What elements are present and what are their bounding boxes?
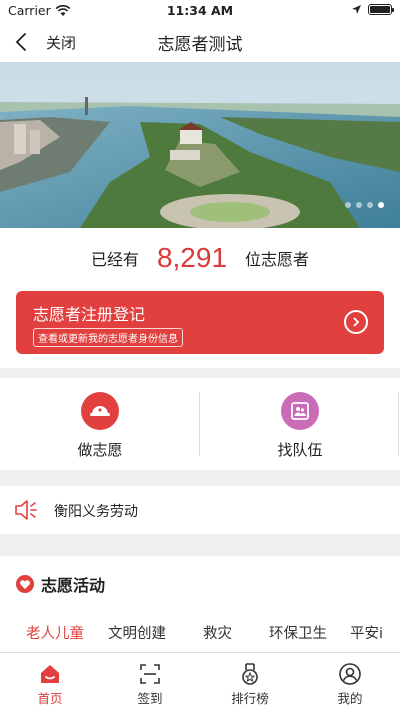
notice-bar[interactable]: 衡阳义务劳动 — [0, 486, 400, 534]
scan-icon — [140, 664, 160, 684]
tab-home[interactable]: 首页 — [0, 653, 100, 710]
nav-bar: 关闭 志愿者测试 — [0, 22, 400, 62]
carousel-dot[interactable] — [367, 202, 373, 208]
chevron-right-icon — [344, 310, 368, 334]
bottom-tab-bar: 首页 签到 排行榜 我的 — [0, 652, 400, 710]
category-tab-civilization[interactable]: 文明创建 — [108, 622, 166, 643]
page-title: 志愿者测试 — [157, 35, 243, 55]
carousel-dot-active[interactable] — [378, 202, 384, 208]
category-tabs: 老人儿童 文明创建 救灾 环保卫生 平安i — [0, 622, 400, 652]
carousel-dot[interactable] — [356, 202, 362, 208]
volunteer-register-button[interactable]: 志愿者注册登记 查看或更新我的志愿者身份信息 — [16, 291, 384, 354]
medal-icon — [242, 663, 258, 685]
profile-icon — [339, 663, 361, 685]
heart-hand-icon — [16, 575, 34, 593]
tab-checkin-label: 签到 — [137, 691, 163, 706]
notice-text: 衡阳义务劳动 — [54, 504, 138, 520]
action-volunteer[interactable]: 做志愿 — [0, 378, 200, 470]
count-suffix: 位志愿者 — [245, 250, 310, 269]
status-bar: Carrier 11:34 AM — [0, 0, 400, 22]
count-prefix: 已经有 — [90, 250, 139, 269]
volunteer-cap-icon — [81, 392, 119, 430]
tab-ranking-label: 排行榜 — [231, 691, 269, 706]
status-time: 11:34 AM — [166, 3, 234, 18]
register-subtitle: 查看或更新我的志愿者身份信息 — [33, 328, 183, 347]
category-tab-safety[interactable]: 平安i — [350, 622, 383, 643]
speaker-icon — [15, 500, 37, 520]
tab-profile[interactable]: 我的 — [300, 653, 400, 710]
carousel-indicator — [345, 202, 384, 208]
tab-ranking[interactable]: 排行榜 — [200, 653, 300, 710]
battery-icon — [368, 4, 394, 15]
category-tab-disaster-relief[interactable]: 救灾 — [203, 622, 232, 643]
home-icon — [41, 665, 59, 683]
divider — [398, 392, 399, 456]
banner-carousel[interactable] — [0, 62, 400, 228]
activities-section: 志愿活动 老人儿童 文明创建 救灾 环保卫生 平安i — [0, 556, 400, 652]
location-arrow-icon — [352, 5, 361, 14]
volunteer-count: 8,291 — [156, 242, 228, 273]
team-photo-icon — [281, 392, 319, 430]
tab-checkin[interactable]: 签到 — [100, 653, 200, 710]
tab-profile-label: 我的 — [337, 691, 363, 706]
volunteer-summary: 已经有 8,291 位志愿者 志愿者注册登记 查看或更新我的志愿者身份信息 — [0, 228, 400, 368]
banner-image — [0, 62, 400, 228]
action-find-team[interactable]: 找队伍 — [200, 378, 400, 470]
action-find-team-label: 找队伍 — [277, 441, 323, 459]
category-tab-elderly-children[interactable]: 老人儿童 — [26, 622, 84, 643]
register-title: 志愿者注册登记 — [33, 305, 146, 324]
quick-actions: 做志愿 找队伍 — [0, 378, 400, 470]
carousel-dot[interactable] — [345, 202, 351, 208]
action-volunteer-label: 做志愿 — [77, 441, 123, 459]
tab-home-label: 首页 — [37, 691, 63, 706]
category-tab-environment[interactable]: 环保卫生 — [269, 622, 327, 643]
section-title: 志愿活动 — [41, 576, 106, 595]
